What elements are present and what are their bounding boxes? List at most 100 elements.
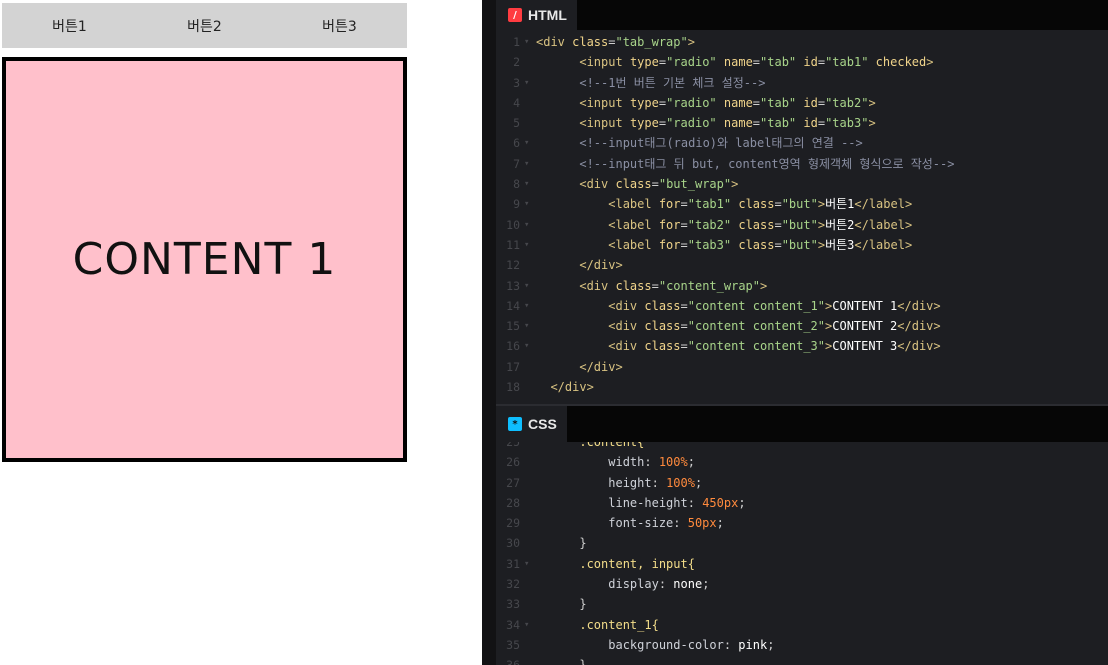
tab-button-1[interactable]: 버튼1 bbox=[2, 3, 137, 48]
code-line[interactable]: 26 width: 100%; bbox=[496, 452, 1108, 472]
tab-button-3[interactable]: 버튼3 bbox=[272, 3, 407, 48]
code-text: } bbox=[536, 594, 587, 614]
fold-arrow-icon[interactable]: ▾ bbox=[524, 32, 529, 52]
code-line[interactable]: 11 ▾ <label for="tab3" class="but">버튼3</l… bbox=[496, 235, 1108, 255]
html-code[interactable]: 1 ▾ <div class="tab_wrap"> 2 <input type="r… bbox=[496, 32, 1108, 397]
fold-arrow-icon[interactable]: ▾ bbox=[524, 276, 529, 296]
code-token: ; bbox=[694, 475, 703, 490]
code-line[interactable]: 27 height: 100%; bbox=[496, 473, 1108, 493]
fold-arrow-icon[interactable]: ▾ bbox=[524, 73, 529, 93]
html-editor-pane[interactable]: / HTML 1 ▾ <div class="tab_wrap"> 2 <input … bbox=[496, 0, 1108, 404]
code-token: "tab2" bbox=[687, 217, 732, 232]
css-editor-pane[interactable]: 25 .content{26 width: 100%; 27 height: 10… bbox=[496, 404, 1108, 665]
code-line[interactable]: 15 ▾ <div class="content content_2">CONTE… bbox=[496, 316, 1108, 336]
code-line[interactable]: 35 background-color: pink; bbox=[496, 635, 1108, 655]
code-text: } bbox=[536, 655, 586, 665]
line-number: 14 bbox=[506, 298, 520, 313]
code-token: = bbox=[658, 95, 667, 110]
code-line[interactable]: 9 ▾ <label for="tab1" class="but">버튼1</la… bbox=[496, 194, 1108, 214]
code-line[interactable]: 29 font-size: 50px; bbox=[496, 513, 1108, 533]
code-token: "radio" bbox=[666, 116, 717, 131]
code-line[interactable]: 3 ▾ <!--1번 버튼 기본 체크 설정--> bbox=[496, 73, 1108, 93]
code-line[interactable]: 2 <input type="radio" name="tab" id="tab… bbox=[496, 52, 1108, 72]
css-tab[interactable]: * CSS bbox=[496, 406, 567, 442]
code-text: <!--input태그 뒤 but, content영역 형제객체 형식으로 작… bbox=[536, 154, 954, 174]
code-token: "radio" bbox=[666, 95, 717, 110]
code-line[interactable]: 28 line-height: 450px; bbox=[496, 493, 1108, 513]
code-token: id bbox=[803, 55, 818, 70]
code-line[interactable]: 36 } bbox=[496, 655, 1108, 665]
fold-arrow-icon[interactable]: ▾ bbox=[524, 336, 529, 356]
code-token: id bbox=[803, 116, 818, 131]
code-text: <label for="tab2" class="but">버튼2</label… bbox=[536, 215, 912, 235]
code-token: : bbox=[644, 455, 659, 470]
line-number: 18 bbox=[506, 380, 520, 395]
code-line[interactable]: 7 ▾ <!--input태그 뒤 but, content영역 형제객체 형식으… bbox=[496, 154, 1108, 174]
fold-arrow-icon[interactable]: ▾ bbox=[524, 615, 529, 635]
code-token: 450px bbox=[702, 495, 739, 510]
line-number: 13 bbox=[506, 278, 520, 293]
code-line[interactable]: 16 ▾ <div class="content content_3">CONTE… bbox=[496, 336, 1108, 356]
code-line[interactable]: 4 <input type="radio" name="tab" id="tab… bbox=[496, 93, 1108, 113]
html-tab[interactable]: / HTML bbox=[496, 0, 577, 30]
code-token: ; bbox=[702, 577, 710, 592]
css-code[interactable]: 25 .content{26 width: 100%; 27 height: 10… bbox=[496, 432, 1108, 665]
fold-arrow-icon[interactable]: ▾ bbox=[524, 133, 529, 153]
code-line[interactable]: 31 ▾ .content, input{ bbox=[496, 554, 1108, 574]
code-text: <label for="tab1" class="but">버튼1</label… bbox=[536, 194, 912, 214]
code-token: class bbox=[644, 319, 681, 334]
fold-arrow-icon[interactable]: ▾ bbox=[524, 194, 529, 214]
fold-arrow-icon[interactable]: ▾ bbox=[524, 174, 529, 194]
tab-button-2[interactable]: 버튼2 bbox=[137, 3, 272, 48]
code-token: = bbox=[651, 177, 659, 192]
code-line[interactable]: 5 <input type="radio" name="tab" id="tab… bbox=[496, 113, 1108, 133]
code-token: CONTENT 1 bbox=[832, 298, 898, 313]
fold-arrow-icon[interactable]: ▾ bbox=[524, 235, 529, 255]
code-line[interactable]: 13 ▾ <div class="content_wrap"> bbox=[496, 276, 1108, 296]
code-token: class bbox=[644, 339, 681, 354]
code-line[interactable]: 8 ▾ <div class="but_wrap"> bbox=[496, 174, 1108, 194]
code-line[interactable]: 6 ▾ <!--input태그(radio)와 label태그의 연결 --> bbox=[496, 133, 1108, 153]
line-number: 16 bbox=[506, 339, 520, 354]
code-token: type bbox=[629, 55, 659, 70]
code-line[interactable]: 32 display: none; bbox=[496, 574, 1108, 594]
line-number: 1 bbox=[513, 35, 520, 49]
code-text: </div> bbox=[536, 255, 622, 275]
code-token: 버튼1 bbox=[825, 197, 855, 212]
code-text: font-size: 50px; bbox=[536, 513, 724, 533]
content-text: CONTENT 1 bbox=[72, 234, 337, 285]
code-token: > bbox=[868, 95, 876, 110]
line-number: 10 bbox=[506, 217, 520, 232]
fold-arrow-icon[interactable]: ▾ bbox=[524, 215, 529, 235]
code-line[interactable]: 17 </div> bbox=[496, 357, 1108, 377]
code-line[interactable]: 33 } bbox=[496, 594, 1108, 614]
code-line[interactable]: 30 } bbox=[496, 533, 1108, 553]
code-token: </label> bbox=[854, 237, 913, 252]
line-number: 32 bbox=[506, 577, 520, 592]
css-logo-icon: * bbox=[508, 417, 522, 431]
code-token: name bbox=[723, 55, 753, 70]
code-token: : bbox=[687, 495, 703, 510]
code-text: width: 100%; bbox=[536, 452, 695, 472]
code-token: "tab3" bbox=[825, 116, 869, 131]
code-token: </div> bbox=[897, 339, 941, 354]
code-line[interactable]: 18 </div> bbox=[496, 377, 1108, 397]
code-token: = bbox=[817, 55, 826, 70]
fold-arrow-icon[interactable]: ▾ bbox=[524, 554, 529, 574]
code-line[interactable]: 12 </div> bbox=[496, 255, 1108, 275]
fold-arrow-icon[interactable]: ▾ bbox=[524, 296, 529, 316]
code-token: pink bbox=[738, 637, 768, 652]
fold-arrow-icon[interactable]: ▾ bbox=[524, 154, 529, 174]
code-token: = bbox=[658, 116, 667, 131]
line-number: 26 bbox=[506, 455, 520, 470]
code-line[interactable]: 34 ▾ .content_1{ bbox=[496, 615, 1108, 635]
line-number: 15 bbox=[506, 319, 520, 334]
fold-arrow-icon[interactable]: ▾ bbox=[524, 316, 529, 336]
code-token: } bbox=[579, 597, 587, 612]
code-token: <input bbox=[579, 55, 630, 70]
code-line[interactable]: 10 ▾ <label for="tab2" class="but">버튼2</l… bbox=[496, 215, 1108, 235]
code-line[interactable]: 1 ▾ <div class="tab_wrap"> bbox=[496, 32, 1108, 52]
code-line[interactable]: 14 ▾ <div class="content content_1">CONTE… bbox=[496, 296, 1108, 316]
code-token: class bbox=[572, 35, 609, 49]
code-text: height: 100%; bbox=[536, 473, 702, 493]
